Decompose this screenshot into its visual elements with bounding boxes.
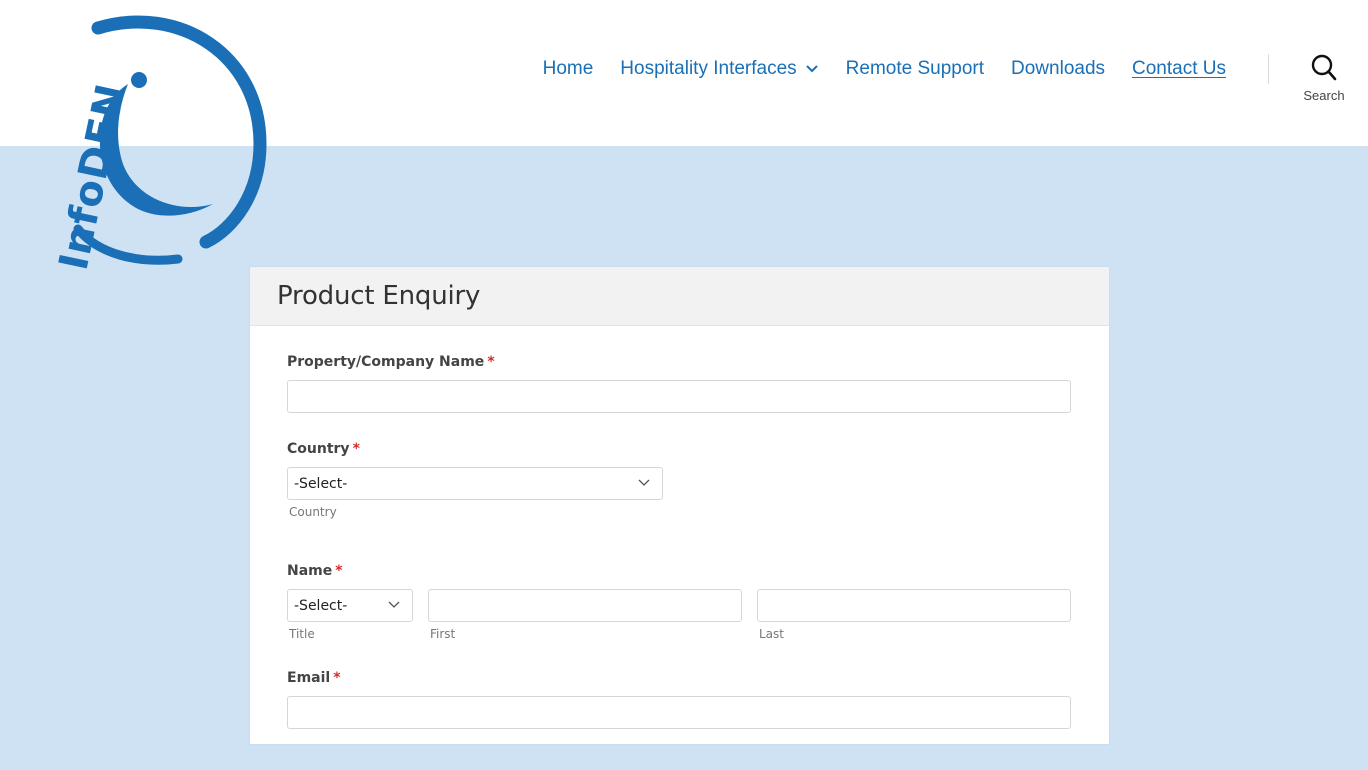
required-marker: * (335, 563, 343, 579)
nav-divider (1268, 54, 1269, 84)
chevron-down-icon (638, 479, 650, 486)
card-header: Product Enquiry (250, 267, 1109, 326)
email-input[interactable] (287, 696, 1071, 729)
name-label-text: Name (287, 563, 333, 579)
country-select[interactable]: -Select- (287, 467, 663, 500)
nav-item-home[interactable]: Home (543, 56, 594, 82)
company-name-input[interactable] (287, 380, 1071, 413)
first-sublabel: First (430, 627, 456, 641)
company-label: Property/Company Name * (287, 354, 495, 370)
country-sublabel: Country (289, 505, 337, 519)
nav-item-contact-us[interactable]: Contact Us (1132, 56, 1226, 82)
required-marker: * (487, 354, 495, 370)
nav-item-label: Hospitality Interfaces (620, 58, 797, 79)
search-icon (1311, 54, 1337, 81)
main-nav: Home Hospitality Interfaces Remote Support… (543, 56, 1226, 82)
nav-item-hospitality-interfaces[interactable]: Hospitality Interfaces (620, 56, 818, 82)
product-enquiry-card: Product Enquiry Property/Company Name * C… (250, 267, 1109, 744)
required-marker: * (352, 441, 360, 457)
title-select[interactable]: -Select- (287, 589, 413, 622)
nav-item-label: Home (542, 58, 594, 79)
form-title: Product Enquiry (277, 281, 481, 311)
chevron-down-icon[interactable] (805, 62, 819, 76)
title-sublabel: Title (289, 627, 315, 641)
email-label: Email * (287, 670, 341, 686)
last-name-input[interactable] (757, 589, 1071, 622)
nav-item-label: Remote Support (845, 58, 985, 79)
email-label-text: Email (287, 670, 331, 686)
title-selected-value: -Select- (294, 597, 348, 614)
required-marker: * (333, 670, 341, 686)
name-label: Name * (287, 563, 343, 579)
search-label: Search (1303, 88, 1345, 103)
chevron-down-icon (388, 601, 400, 608)
nav-item-label: Downloads (1011, 58, 1106, 79)
last-sublabel: Last (759, 627, 784, 641)
nav-item-downloads[interactable]: Downloads (1011, 56, 1105, 82)
first-name-input[interactable] (428, 589, 742, 622)
search-toggle[interactable]: Search (1298, 54, 1350, 103)
nav-item-label: Contact Us (1132, 58, 1226, 79)
nav-item-remote-support[interactable]: Remote Support (846, 56, 984, 82)
infoden-logo[interactable]: InfoDEN (28, 14, 268, 276)
country-label: Country * (287, 441, 360, 457)
country-selected-value: -Select- (294, 475, 348, 492)
country-label-text: Country (287, 441, 350, 457)
company-label-text: Property/Company Name (287, 354, 485, 370)
